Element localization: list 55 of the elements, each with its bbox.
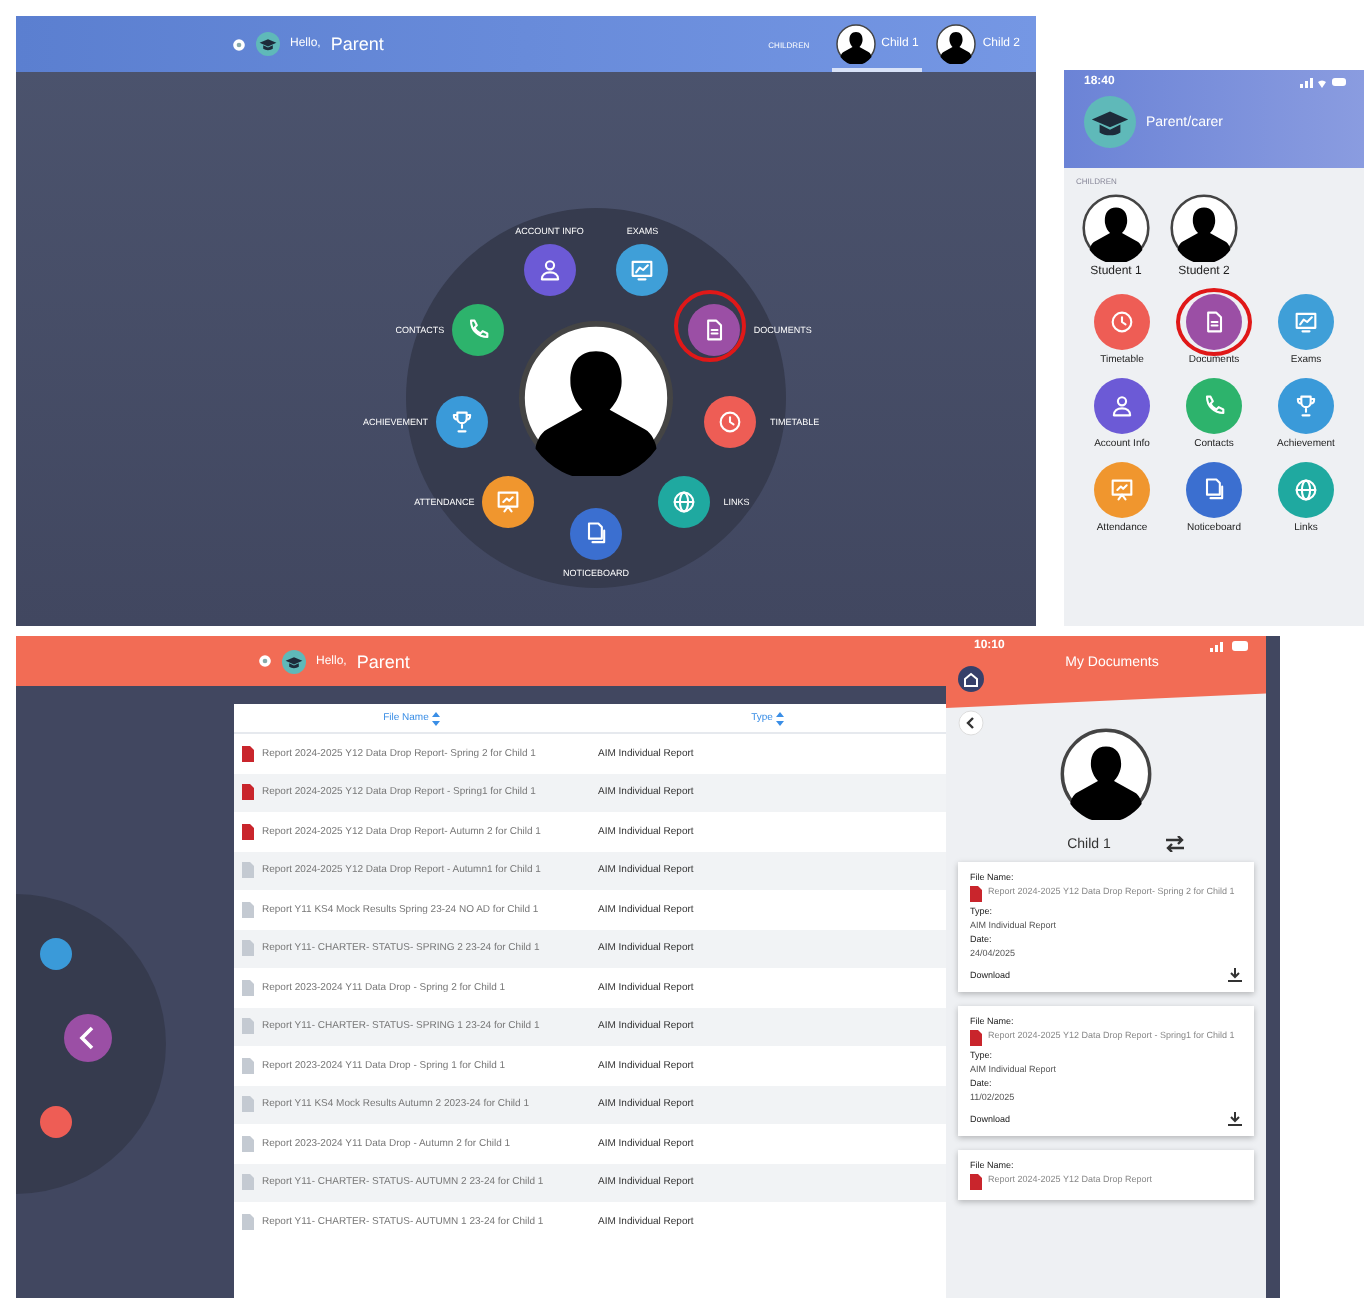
file-icon	[242, 940, 254, 957]
pdf-file-icon	[970, 1174, 982, 1190]
phone-icon	[464, 316, 493, 344]
graduation-cap-logo	[256, 32, 280, 56]
board-icon	[494, 488, 523, 517]
file-icon	[242, 862, 254, 879]
globe-icon	[1292, 476, 1320, 504]
phone-icon	[1200, 392, 1228, 420]
back-button[interactable]	[64, 1014, 112, 1062]
trophy-icon	[448, 407, 477, 436]
menu-button[interactable]	[1186, 462, 1242, 518]
sort-icon	[432, 711, 441, 725]
pdf-file-icon	[242, 745, 254, 762]
person-icon	[535, 256, 564, 285]
status-icons	[1300, 76, 1348, 88]
globe-icon	[669, 488, 698, 517]
file-icon	[242, 1174, 254, 1191]
screen-icon	[628, 256, 657, 285]
download-icon[interactable]	[1228, 968, 1242, 982]
download-icon[interactable]	[1228, 1112, 1242, 1126]
menu-button[interactable]	[1094, 378, 1150, 434]
file-icon	[242, 1135, 254, 1152]
status-icons	[1210, 640, 1250, 652]
file-icon	[242, 901, 254, 918]
board-icon	[1108, 476, 1136, 504]
docs-icon	[1200, 476, 1228, 504]
screen-icon	[1292, 308, 1320, 336]
graduation-cap-logo	[282, 649, 306, 673]
back-button[interactable]	[958, 710, 984, 736]
avatar-silhouette	[1170, 194, 1238, 262]
trophy-icon	[1292, 392, 1320, 420]
pdf-file-icon	[970, 1030, 982, 1046]
clock-icon	[715, 407, 744, 436]
graduation-cap-logo	[1084, 96, 1136, 148]
user-name: Parent	[330, 34, 384, 54]
file-icon	[242, 1213, 254, 1230]
file-icon	[242, 979, 254, 996]
clock-icon	[1108, 308, 1136, 336]
profile-silhouette	[1060, 728, 1152, 820]
pdf-file-icon	[242, 784, 254, 801]
avatar-silhouette	[936, 23, 977, 63]
swap-icon[interactable]	[1166, 836, 1185, 852]
file-icon	[242, 1018, 254, 1035]
avatar-silhouette	[1082, 194, 1150, 262]
pdf-file-icon	[970, 886, 982, 902]
file-icon	[242, 1057, 254, 1074]
menu-button[interactable]	[1186, 294, 1242, 350]
sort-icon	[776, 711, 785, 725]
person-icon	[1108, 392, 1136, 420]
pdf-file-icon	[242, 823, 254, 840]
home-button[interactable]	[958, 666, 984, 692]
docs-icon	[582, 520, 610, 548]
file-icon	[242, 1096, 254, 1113]
avatar-silhouette	[835, 23, 876, 63]
user-name: Parent	[356, 651, 410, 671]
